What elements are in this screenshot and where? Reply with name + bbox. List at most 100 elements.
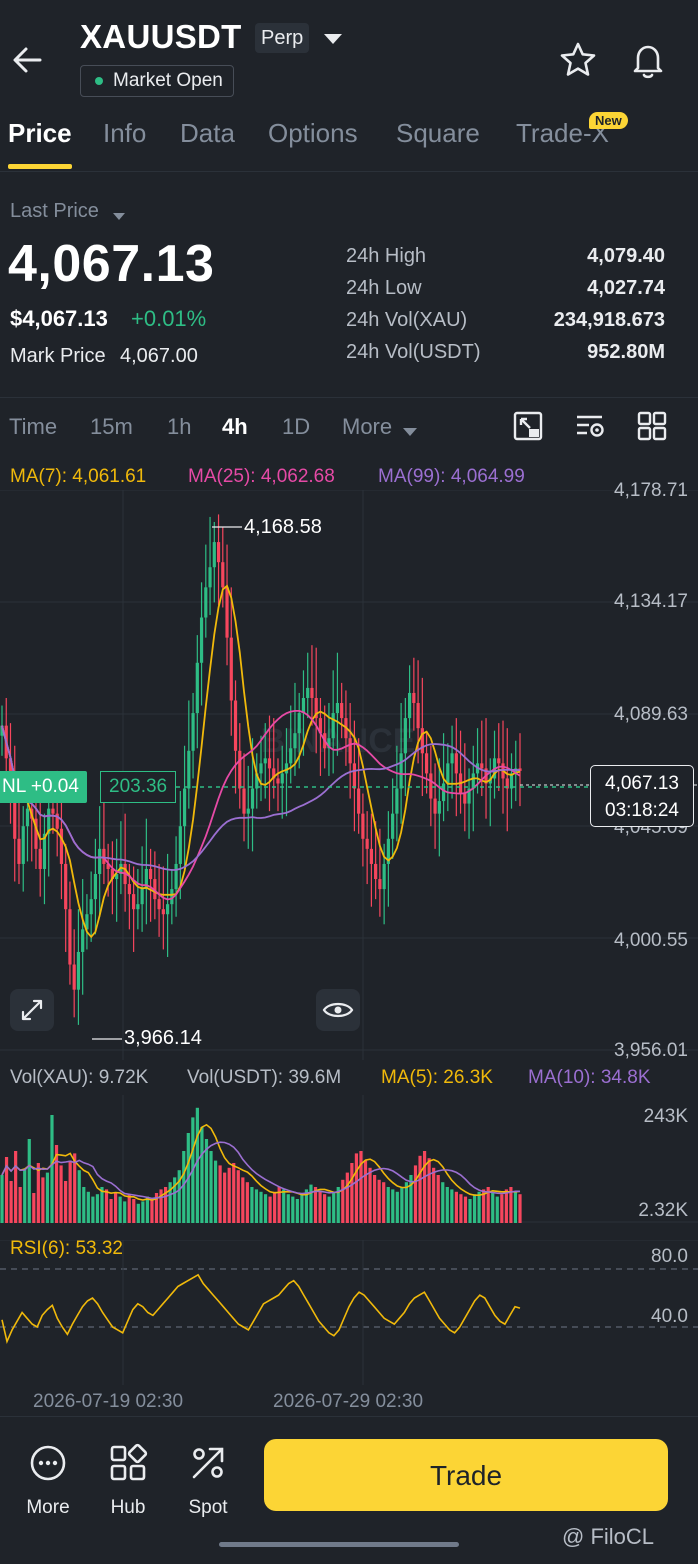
interval-more[interactable]: More bbox=[342, 414, 392, 440]
interval-1h[interactable]: 1h bbox=[167, 414, 191, 440]
more-dots-icon bbox=[30, 1445, 66, 1481]
last-price-label[interactable]: Last Price bbox=[10, 200, 99, 223]
low-price-marker: 3,966.14 bbox=[124, 1027, 202, 1049]
candle-body bbox=[378, 879, 382, 890]
volume-chart[interactable] bbox=[0, 1095, 698, 1225]
candle-body bbox=[365, 838, 369, 849]
last-price: 4,067.13 bbox=[8, 235, 215, 293]
volume-bar bbox=[495, 1196, 499, 1223]
candle-body bbox=[195, 662, 199, 714]
layout-grid-icon[interactable] bbox=[636, 410, 668, 442]
indicator-settings-icon[interactable] bbox=[574, 410, 606, 442]
volume-bar bbox=[363, 1160, 368, 1223]
candle-body bbox=[161, 909, 165, 915]
fullscreen-chart-icon[interactable] bbox=[512, 410, 544, 442]
candle-body bbox=[340, 703, 344, 719]
volume-bar bbox=[213, 1160, 218, 1223]
candle-body bbox=[208, 567, 212, 588]
tab-price[interactable]: Price bbox=[8, 118, 72, 149]
volume-bar bbox=[445, 1187, 449, 1223]
rsi-line bbox=[1, 1273, 521, 1345]
rsi-chart[interactable] bbox=[0, 1240, 698, 1385]
expand-icon[interactable] bbox=[10, 989, 54, 1031]
new-badge: New bbox=[589, 112, 628, 129]
price-axis-label: 4,000.55 bbox=[614, 930, 688, 951]
interval-15m[interactable]: 15m bbox=[90, 414, 133, 440]
tab-options[interactable]: Options bbox=[268, 118, 358, 149]
tab-square[interactable]: Square bbox=[396, 118, 480, 149]
position-pnl-label[interactable]: NL +0.04 bbox=[0, 771, 87, 803]
volume-bar bbox=[327, 1196, 331, 1223]
home-indicator[interactable] bbox=[219, 1542, 459, 1547]
candle-body bbox=[140, 889, 144, 905]
volume-bar bbox=[332, 1191, 336, 1223]
candle-body bbox=[399, 753, 403, 789]
candle-body bbox=[182, 788, 187, 827]
volume-bar bbox=[100, 1187, 104, 1223]
interval-time[interactable]: Time bbox=[9, 414, 57, 440]
candle-body bbox=[187, 750, 191, 789]
candle-body bbox=[403, 718, 407, 754]
caret-down-icon[interactable] bbox=[402, 424, 418, 442]
candle-body bbox=[64, 863, 68, 910]
volume-bar bbox=[441, 1182, 445, 1223]
position-size-label[interactable]: 203.36 bbox=[100, 771, 177, 803]
volume-bar bbox=[118, 1196, 122, 1223]
eye-icon[interactable] bbox=[316, 989, 360, 1031]
candle-body bbox=[412, 692, 416, 704]
bell-icon[interactable] bbox=[626, 38, 670, 82]
volume-bar bbox=[463, 1196, 468, 1223]
symbol-title[interactable]: XAUUSDT bbox=[80, 18, 242, 56]
candle-body bbox=[191, 713, 195, 751]
candle-body bbox=[408, 692, 412, 719]
volume-bar bbox=[450, 1189, 454, 1223]
star-icon[interactable] bbox=[556, 38, 600, 82]
volume-bar bbox=[477, 1191, 481, 1223]
tab-data[interactable]: Data bbox=[180, 118, 235, 149]
volume-bar bbox=[150, 1199, 154, 1223]
volume-bar bbox=[254, 1189, 259, 1223]
volume-bar bbox=[95, 1194, 100, 1223]
price-divider bbox=[0, 397, 698, 398]
candle-body bbox=[25, 808, 30, 827]
volume-bar bbox=[200, 1127, 204, 1223]
volume-bar bbox=[291, 1196, 295, 1223]
candle-body bbox=[221, 562, 225, 588]
candle-body bbox=[72, 964, 76, 990]
volume-bar bbox=[91, 1196, 95, 1223]
interval-1d[interactable]: 1D bbox=[282, 414, 310, 440]
mark-price-label: Mark Price bbox=[10, 345, 106, 367]
caret-down-icon[interactable] bbox=[322, 32, 344, 51]
caret-down-icon[interactable] bbox=[112, 209, 126, 227]
price-axis-label: 4,134.17 bbox=[614, 591, 688, 612]
volume-bar bbox=[323, 1194, 327, 1223]
volume-bar bbox=[468, 1199, 472, 1223]
volume-bar bbox=[359, 1151, 363, 1223]
candle-body bbox=[250, 788, 255, 809]
volume-bar bbox=[41, 1177, 45, 1223]
candle-body bbox=[433, 798, 437, 814]
candle-countdown: 03:18:24 bbox=[605, 800, 679, 821]
candle-body bbox=[212, 542, 216, 568]
candle-body bbox=[132, 894, 136, 910]
tab-info[interactable]: Info bbox=[103, 118, 146, 149]
volume-bar bbox=[113, 1193, 118, 1223]
candle-body bbox=[246, 808, 250, 814]
candle-body bbox=[199, 617, 204, 663]
rsi-axis-label: 40.0 bbox=[651, 1306, 688, 1327]
volume-bar bbox=[59, 1165, 63, 1223]
volume-bar bbox=[354, 1153, 359, 1223]
stat-label-24h-vol-xau: 24h Vol(XAU) bbox=[346, 309, 468, 331]
volume-bar bbox=[427, 1158, 431, 1223]
volume-bar bbox=[259, 1191, 263, 1223]
back-arrow-icon[interactable] bbox=[8, 38, 48, 82]
trade-button[interactable]: Trade bbox=[264, 1439, 668, 1511]
volume-bar bbox=[391, 1189, 395, 1223]
volume-bar bbox=[504, 1189, 508, 1223]
volume-bar bbox=[318, 1191, 322, 1223]
volume-bar bbox=[132, 1199, 136, 1223]
interval-4h[interactable]: 4h bbox=[222, 414, 248, 440]
volume-bar bbox=[86, 1191, 90, 1223]
more-label: More bbox=[26, 1497, 70, 1518]
spot-arrows-icon bbox=[192, 1447, 224, 1479]
